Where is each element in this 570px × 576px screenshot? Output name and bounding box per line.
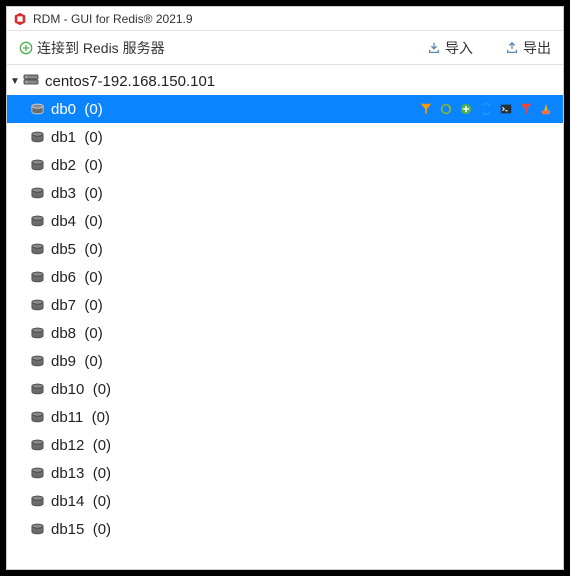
window-title: RDM - GUI for Redis® 2021.9 [33, 12, 193, 26]
database-icon [27, 215, 47, 227]
database-icon [27, 271, 47, 283]
db-label: db9 (0) [51, 353, 103, 370]
add-key-icon[interactable] [459, 102, 473, 116]
database-icon [27, 243, 47, 255]
database-icon [27, 411, 47, 423]
db-row[interactable]: db3 (0) [7, 179, 563, 207]
database-icon [27, 131, 47, 143]
database-icon [27, 299, 47, 311]
db-row[interactable]: db4 (0) [7, 207, 563, 235]
db-label: db11 (0) [51, 409, 110, 426]
console-icon[interactable] [499, 102, 513, 116]
db-row[interactable]: db0 (0) [7, 95, 563, 123]
db-row[interactable]: db1 (0) [7, 123, 563, 151]
main-window: RDM - GUI for Redis® 2021.9 连接到 Redis 服务… [6, 6, 564, 570]
database-icon [27, 439, 47, 451]
plus-circle-icon [19, 41, 33, 55]
refresh-icon[interactable] [479, 102, 493, 116]
database-icon [27, 523, 47, 535]
db-label: db12 (0) [51, 437, 111, 454]
db-row[interactable]: db6 (0) [7, 263, 563, 291]
database-icon [27, 495, 47, 507]
db-row[interactable]: db9 (0) [7, 347, 563, 375]
db-row[interactable]: db2 (0) [7, 151, 563, 179]
db-label: db3 (0) [51, 185, 103, 202]
db-row[interactable]: db11 (0) [7, 403, 563, 431]
connection-row[interactable]: ▼ centos7-192.168.150.101 [7, 67, 563, 95]
import-label: 导入 [445, 38, 473, 58]
server-icon [21, 74, 41, 88]
database-icon [27, 187, 47, 199]
db-row[interactable]: db15 (0) [7, 515, 563, 543]
db-row[interactable]: db13 (0) [7, 459, 563, 487]
db-label: db2 (0) [51, 157, 103, 174]
row-actions [419, 102, 563, 116]
db-label: db15 (0) [51, 521, 111, 538]
db-label: db13 (0) [51, 465, 111, 482]
database-icon [27, 383, 47, 395]
database-icon [27, 159, 47, 171]
app-icon [13, 12, 27, 26]
db-row[interactable]: db8 (0) [7, 319, 563, 347]
db-row[interactable]: db7 (0) [7, 291, 563, 319]
db-label: db7 (0) [51, 297, 103, 314]
db-label: db0 (0) [51, 101, 103, 118]
db-row[interactable]: db14 (0) [7, 487, 563, 515]
import-button[interactable]: 导入 [423, 36, 477, 60]
export-label: 导出 [523, 38, 551, 58]
reload-icon[interactable] [439, 102, 453, 116]
db-label: db5 (0) [51, 241, 103, 258]
connect-button[interactable]: 连接到 Redis 服务器 [15, 36, 169, 60]
db-label: db14 (0) [51, 493, 111, 510]
database-icon [27, 103, 47, 115]
db-row[interactable]: db10 (0) [7, 375, 563, 403]
db-label: db6 (0) [51, 269, 103, 286]
delete-icon[interactable] [539, 102, 553, 116]
db-label: db4 (0) [51, 213, 103, 230]
connection-name: centos7-192.168.150.101 [45, 73, 215, 90]
export-button[interactable]: 导出 [501, 36, 555, 60]
database-icon [27, 327, 47, 339]
expand-icon[interactable]: ▼ [9, 76, 21, 87]
titlebar: RDM - GUI for Redis® 2021.9 [7, 7, 563, 31]
flush-icon[interactable] [519, 102, 533, 116]
db-row[interactable]: db5 (0) [7, 235, 563, 263]
database-icon [27, 355, 47, 367]
import-icon [427, 41, 441, 55]
filter-icon[interactable] [419, 102, 433, 116]
export-icon [505, 41, 519, 55]
db-label: db10 (0) [51, 381, 111, 398]
database-icon [27, 467, 47, 479]
toolbar: 连接到 Redis 服务器 导入 导出 [7, 31, 563, 65]
db-label: db1 (0) [51, 129, 103, 146]
connection-tree[interactable]: ▼ centos7-192.168.150.101 db0 (0) [7, 65, 563, 569]
connect-label: 连接到 Redis 服务器 [37, 38, 165, 58]
db-row[interactable]: db12 (0) [7, 431, 563, 459]
db-label: db8 (0) [51, 325, 103, 342]
